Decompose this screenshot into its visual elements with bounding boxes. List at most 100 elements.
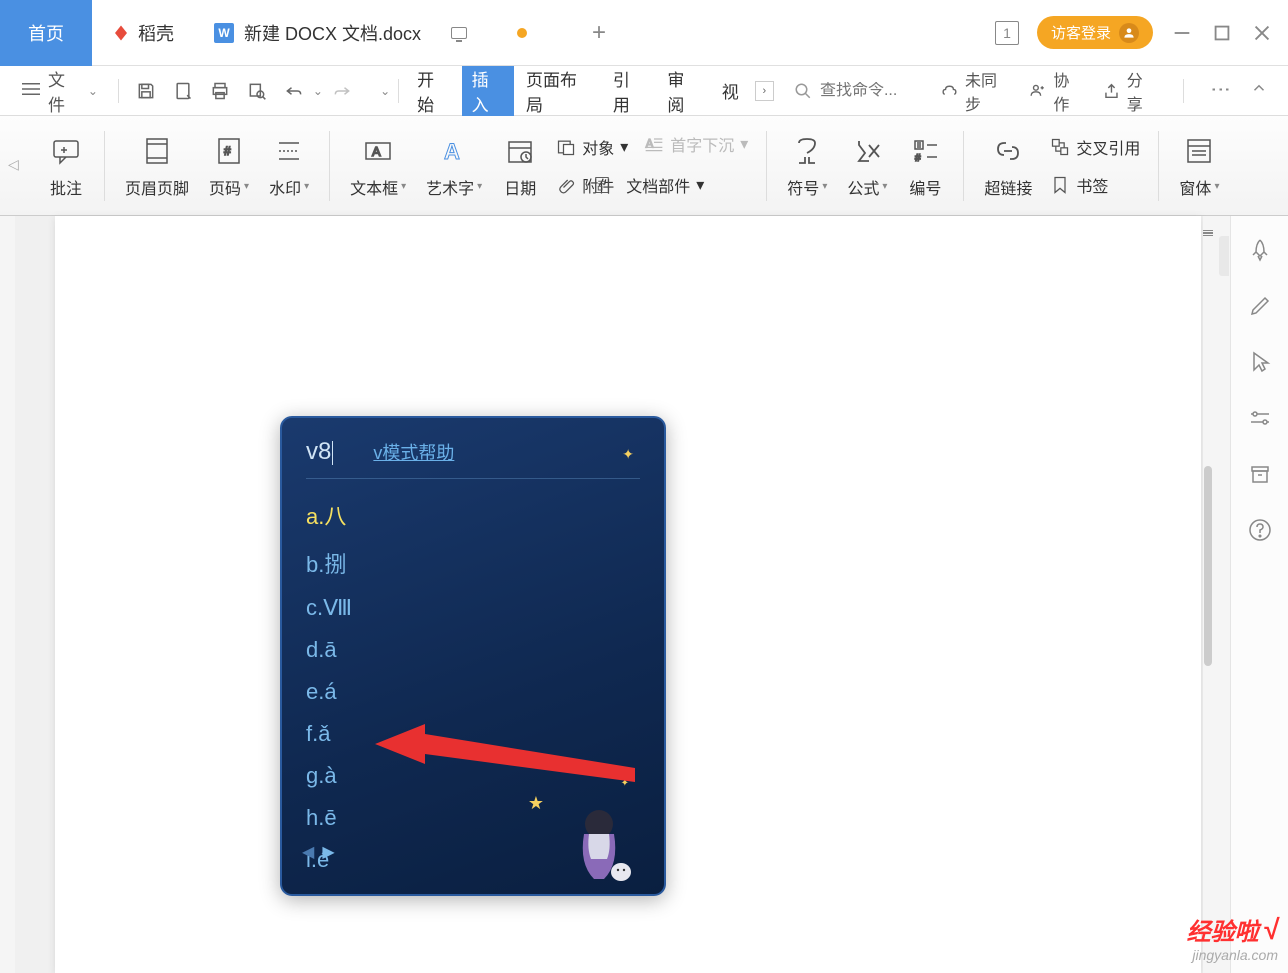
tabs-scroll-right[interactable]: › xyxy=(755,81,774,101)
tab-daoke[interactable]: 稻壳 xyxy=(92,0,194,66)
comment-label: 批注 xyxy=(50,175,82,199)
find-button[interactable] xyxy=(242,76,271,106)
svg-text:#: # xyxy=(224,144,231,158)
comment-icon xyxy=(48,133,84,169)
crossref-bookmark-group: 交叉引用 书签 xyxy=(1042,116,1148,215)
ribbon-insert: ◁ 批注 页眉页脚 # 页码▾ 水印▾ A 文本框▾ A 艺术字 xyxy=(0,116,1288,216)
divider xyxy=(398,79,399,103)
divider xyxy=(329,131,330,201)
tab-document[interactable]: W 新建 DOCX 文档.docx xyxy=(194,0,577,66)
ribbon-scroll-left[interactable]: ◁ xyxy=(8,156,19,173)
archive-icon[interactable] xyxy=(1246,460,1274,488)
undo-button[interactable] xyxy=(280,76,309,106)
ime-candidate-panel: ✦ v8 v模式帮助 a.八 b.捌 c.Ⅷ d.ā e.á f.ǎ g.à h… xyxy=(280,416,666,896)
pagenum-button[interactable]: # 页码▾ xyxy=(199,116,259,215)
docparts-button[interactable]: 文档部件▾ xyxy=(576,168,756,202)
tab-start[interactable]: 开始 xyxy=(407,60,459,122)
ime-prev-page[interactable]: ◀ xyxy=(302,842,314,862)
hamburger-icon xyxy=(22,81,40,101)
hyperlink-label: 超链接 xyxy=(984,175,1032,199)
pagenum-icon: # xyxy=(211,133,247,169)
header-footer-button[interactable]: 页眉页脚 xyxy=(115,116,199,215)
tab-insert[interactable]: 插入 xyxy=(462,60,514,122)
tab-view[interactable]: 视 xyxy=(712,72,749,109)
pane-label: 窗体▾ xyxy=(1179,175,1219,199)
redo-button[interactable] xyxy=(327,76,356,106)
login-label: 访客登录 xyxy=(1051,22,1111,43)
website-watermark: 经验啦 √ jingyanla.com xyxy=(1187,912,1278,963)
screen-icon xyxy=(451,27,467,39)
tab-reference[interactable]: 引用 xyxy=(603,60,655,122)
vertical-scrollbar[interactable] xyxy=(1203,216,1213,973)
share-button[interactable]: 分享 xyxy=(1102,67,1157,115)
new-tab-button[interactable]: + xyxy=(577,19,621,47)
watermark-button[interactable]: 水印▾ xyxy=(259,116,319,215)
menu-bar: 文件 ⌄ ⌄ ⌄ 开始 插入 页面布局 引用 审阅 视 › 未同步 xyxy=(0,66,1288,116)
numbering-button[interactable]: # 编号 xyxy=(897,116,953,215)
command-search[interactable] xyxy=(794,82,940,100)
scroll-thumb[interactable] xyxy=(1204,466,1212,666)
collapse-ribbon-button[interactable] xyxy=(1250,79,1268,102)
save-button[interactable] xyxy=(131,76,160,106)
ime-candidate-7[interactable]: g.à xyxy=(306,759,640,793)
print-preview-button[interactable] xyxy=(168,76,197,106)
object-button[interactable]: 对象▾ xyxy=(548,133,636,161)
ime-candidate-3[interactable]: c.Ⅷ xyxy=(306,591,640,625)
formula-button[interactable]: 公式▾ xyxy=(837,116,897,215)
hyperlink-button[interactable]: 超链接 xyxy=(974,116,1042,215)
panel-handle[interactable] xyxy=(1219,236,1229,276)
tab-home[interactable]: 首页 xyxy=(0,0,92,66)
redo-dropdown[interactable]: ⌄ xyxy=(380,84,390,98)
settings-icon[interactable] xyxy=(1246,404,1274,432)
wordart-button[interactable]: A 艺术字▾ xyxy=(416,116,492,215)
ime-candidate-5[interactable]: e.á xyxy=(306,675,640,709)
date-button[interactable]: 日期 xyxy=(492,116,548,215)
check-icon: √ xyxy=(1263,914,1278,946)
svg-text:A: A xyxy=(444,139,460,164)
share-label: 分享 xyxy=(1127,67,1157,115)
textbox-button[interactable]: A 文本框▾ xyxy=(340,116,416,215)
tab-daoke-label: 稻壳 xyxy=(138,20,174,46)
watermark-main: 经验啦 √ xyxy=(1187,912,1278,947)
guest-login-button[interactable]: 访客登录 xyxy=(1037,16,1153,49)
rocket-icon[interactable] xyxy=(1246,236,1274,264)
cursor-icon[interactable] xyxy=(1246,348,1274,376)
search-input[interactable] xyxy=(820,82,940,100)
star-icon: ✦ xyxy=(621,778,629,789)
svg-text:A: A xyxy=(372,144,381,159)
minimize-button[interactable] xyxy=(1171,22,1193,44)
undo-dropdown[interactable]: ⌄ xyxy=(313,84,323,98)
ime-candidate-1[interactable]: a.八 xyxy=(306,495,640,535)
comment-button[interactable]: 批注 xyxy=(38,116,94,215)
tab-review[interactable]: 审阅 xyxy=(657,60,709,122)
bookmark-button[interactable]: 书签 xyxy=(1042,171,1148,199)
window-count[interactable]: 1 xyxy=(995,21,1019,45)
help-icon[interactable] xyxy=(1246,516,1274,544)
watermark-icon xyxy=(271,133,307,169)
object-label: 对象 xyxy=(582,135,614,159)
maximize-button[interactable] xyxy=(1211,22,1233,44)
ime-help-link[interactable]: v模式帮助 xyxy=(373,439,454,465)
ime-candidate-6[interactable]: f.ǎ xyxy=(306,717,640,751)
ime-next-page[interactable]: ▶ xyxy=(322,842,334,862)
divider xyxy=(118,79,119,103)
ribbon-tabs: 开始 插入 页面布局 引用 审阅 视 › xyxy=(407,60,774,122)
unsync-button[interactable]: 未同步 xyxy=(940,67,1011,115)
divider xyxy=(104,131,105,201)
collab-button[interactable]: 协作 xyxy=(1028,67,1083,115)
pencil-icon[interactable] xyxy=(1246,292,1274,320)
ime-candidate-2[interactable]: b.捌 xyxy=(306,543,640,583)
crossref-button[interactable]: 交叉引用 xyxy=(1042,133,1148,161)
ime-candidate-4[interactable]: d.ā xyxy=(306,633,640,667)
chevron-down-icon: ⌄ xyxy=(88,84,98,98)
watermark-label: 水印▾ xyxy=(269,175,309,199)
dropcap-button[interactable]: A 首字下沉▾ xyxy=(636,130,756,158)
symbol-icon xyxy=(789,133,825,169)
print-button[interactable] xyxy=(205,76,234,106)
more-button[interactable]: ⋮ xyxy=(1208,80,1233,102)
tab-layout[interactable]: 页面布局 xyxy=(516,60,601,122)
pane-button[interactable]: 窗体▾ xyxy=(1169,116,1229,215)
file-menu[interactable]: 文件 ⌄ xyxy=(10,66,110,116)
close-button[interactable] xyxy=(1251,22,1273,44)
symbol-button[interactable]: 符号▾ xyxy=(777,116,837,215)
